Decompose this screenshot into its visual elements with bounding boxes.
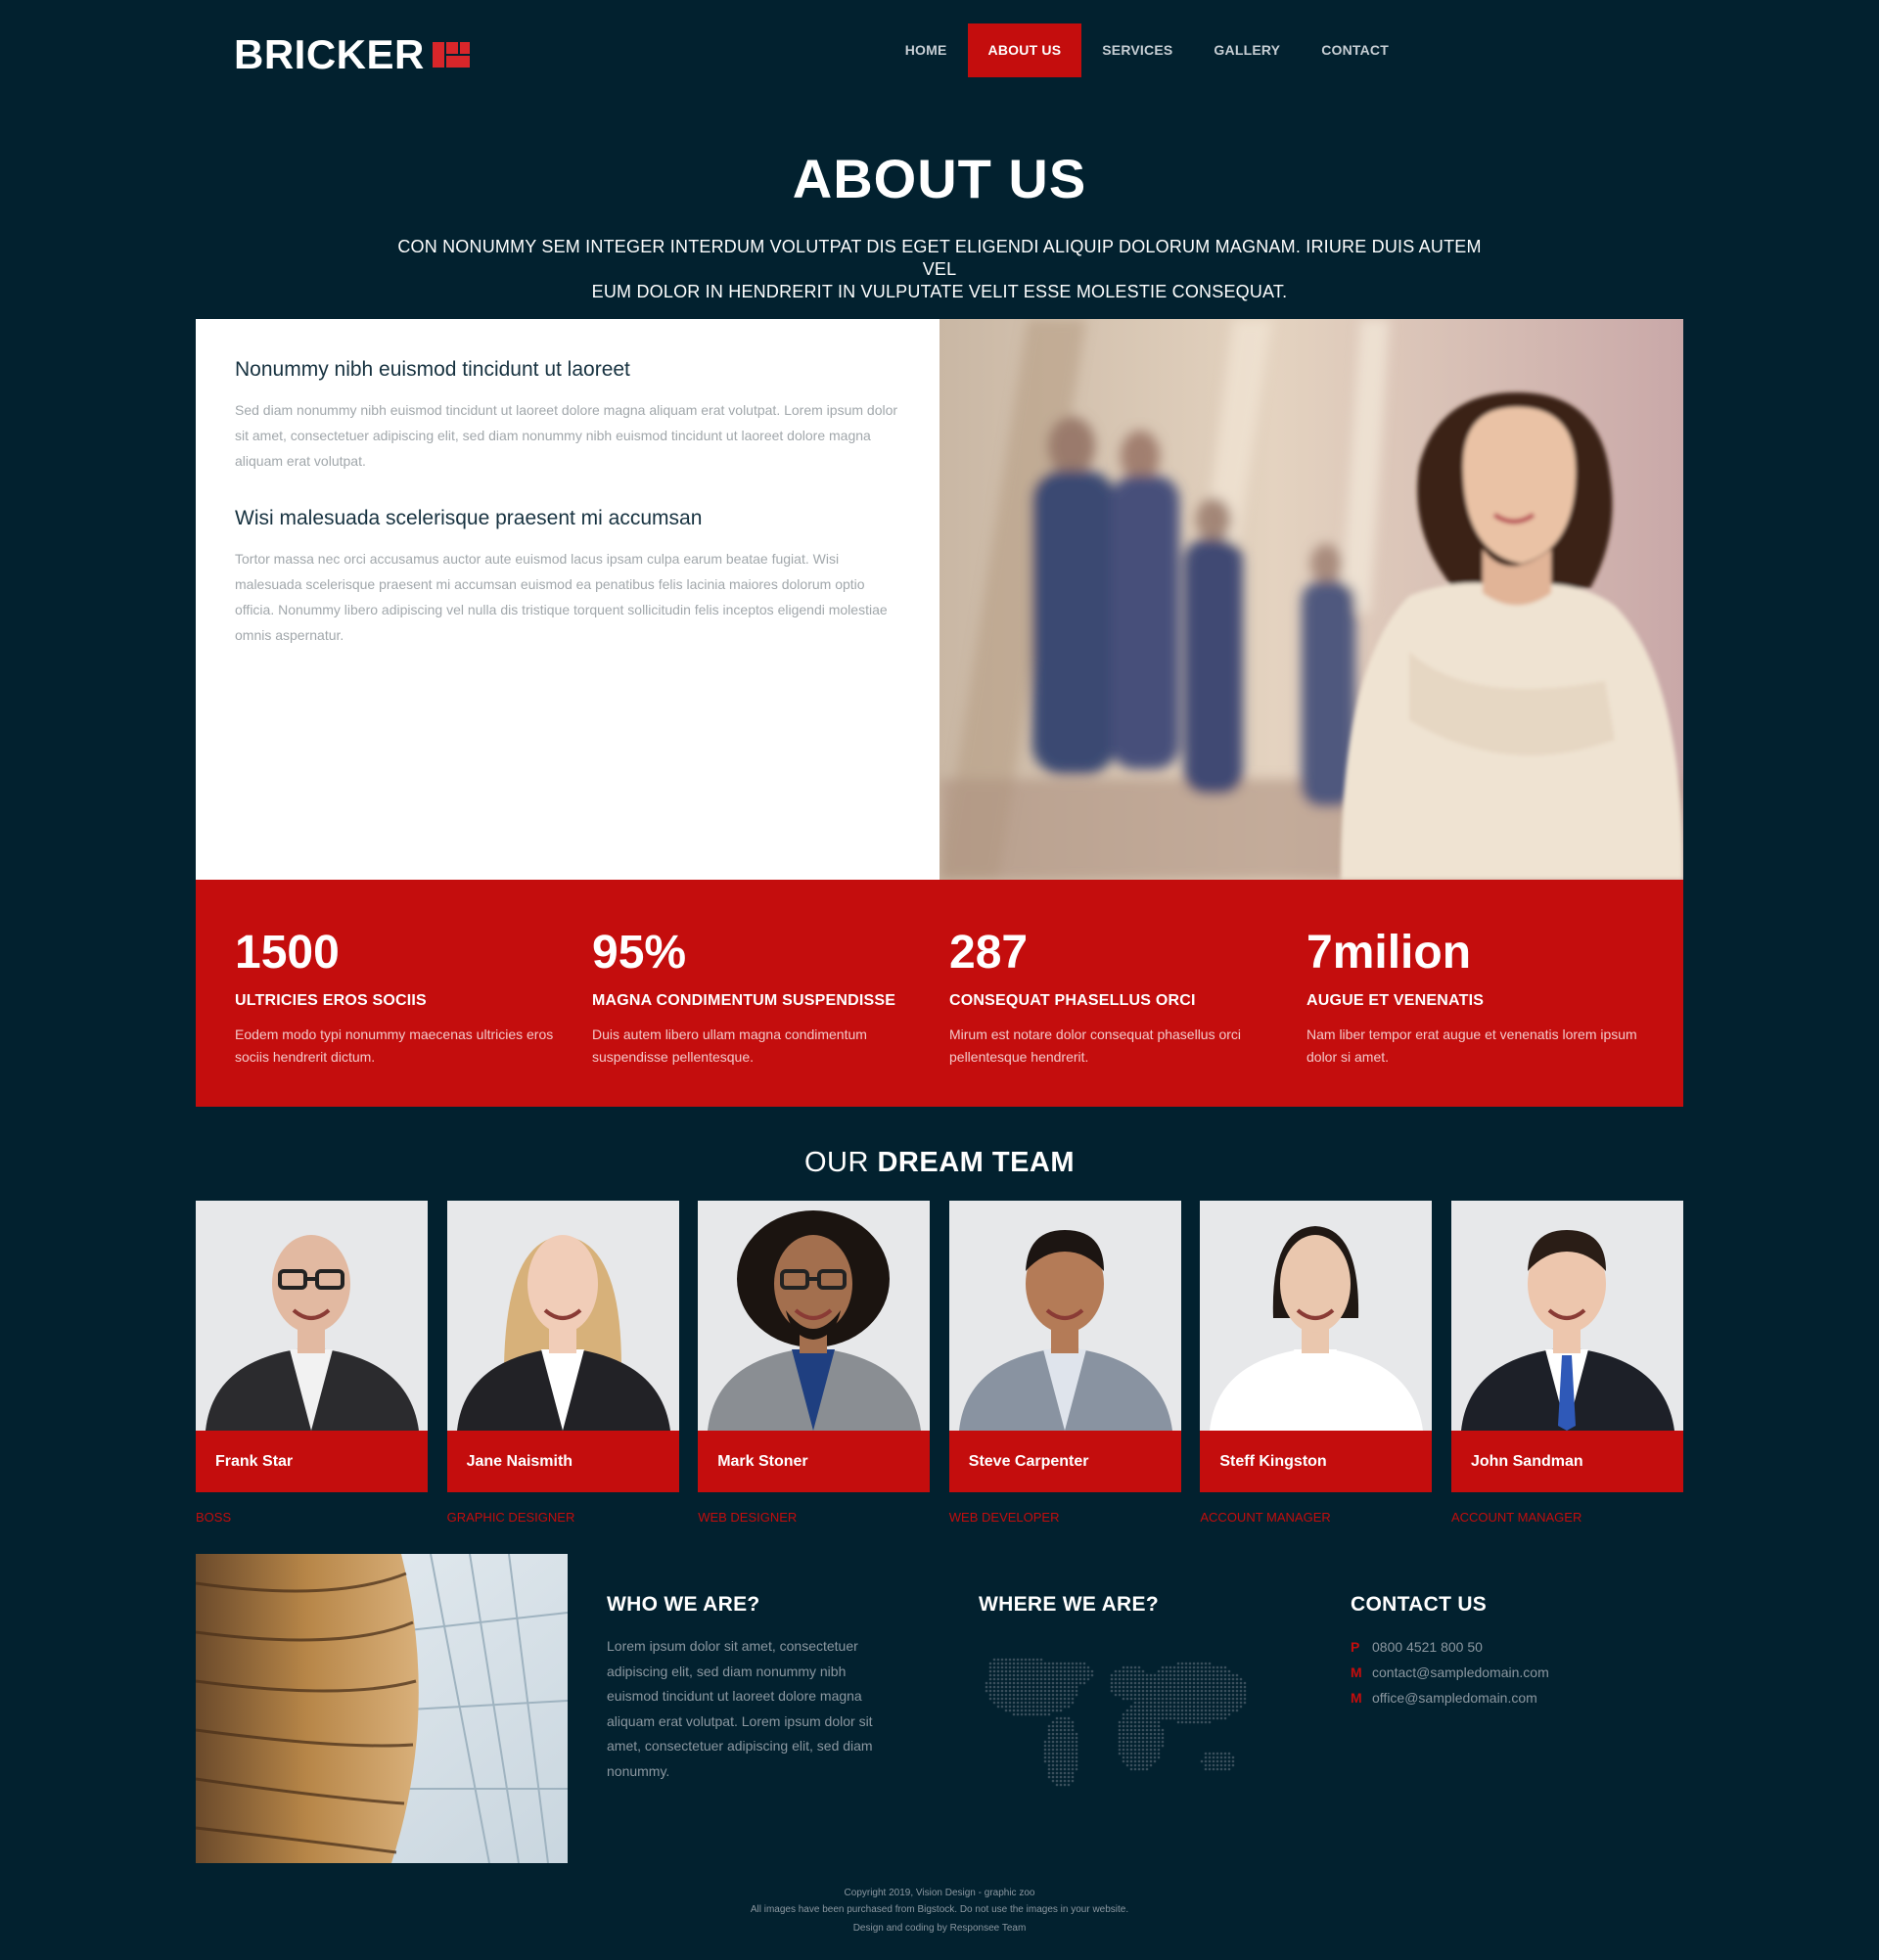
stat-value: 95%	[592, 927, 687, 979]
team-member-card[interactable]: Mark Stoner WEB DESIGNER	[698, 1201, 931, 1525]
contact-key: P	[1351, 1639, 1360, 1655]
team-member-photo	[446, 1201, 679, 1431]
stat-label: ULTRICIES EROS SOCIIS	[235, 992, 427, 1009]
contact-email: Mcontact@sampledomain.com	[1351, 1660, 1644, 1685]
team-member-photo	[1450, 1201, 1683, 1431]
world-map-image	[985, 1658, 1247, 1787]
team-member-card[interactable]: Steve Carpenter WEB DEVELOPER	[948, 1201, 1181, 1525]
team-member-name: Steve Carpenter	[948, 1431, 1181, 1492]
team-grid: Frank Star BOSS Jane Naismith GRAPHIC DESIG…	[196, 1201, 1683, 1525]
footer: Copyright 2019, Vision Design - graphic …	[0, 1885, 1879, 1937]
page-subtitle: CON NONUMMY SEM INTEGER INTERDUM VOLUTPA…	[391, 236, 1488, 303]
nav-services[interactable]: SERVICES	[1081, 23, 1193, 77]
footer-credit: Design and coding by Responsee Team	[852, 1923, 1027, 1934]
footer-copyright: Copyright 2019, Vision Design - graphic …	[844, 1888, 1035, 1898]
team-member-name: Mark Stoner	[698, 1431, 931, 1492]
team-member-name: Frank Star	[196, 1431, 428, 1492]
team-member-photo	[1200, 1201, 1433, 1431]
contact-key: M	[1351, 1690, 1362, 1706]
team-member-photo	[698, 1201, 931, 1431]
team-member-role: ACCOUNT MANAGER	[1200, 1510, 1331, 1525]
intro-paragraph: Sed diam nonummy nibh euismod tincidunt …	[235, 402, 898, 469]
building-photo	[196, 1554, 568, 1863]
footer-notice: All images have been purchased from Bigs…	[750, 1904, 1129, 1915]
stat-description: Duis autem libero ullam magna condimentu…	[592, 1026, 867, 1065]
team-member-card[interactable]: Steff Kingston ACCOUNT MANAGER	[1200, 1201, 1433, 1525]
contact-title: CONTACT US	[1351, 1593, 1488, 1616]
team-member-photo	[948, 1201, 1181, 1431]
contact-phone: P 0800 4521 800 50	[1351, 1634, 1644, 1660]
contact-column: CONTACT US P 0800 4521 800 50 Mcontact@sa…	[1351, 1593, 1644, 1710]
contact-value[interactable]: office@sampledomain.com	[1372, 1690, 1537, 1706]
intro-heading: Wisi malesuada scelerisque praesent mi a…	[235, 507, 703, 529]
team-member-name: Jane Naismith	[446, 1431, 679, 1492]
team-member-role: ACCOUNT MANAGER	[1450, 1510, 1582, 1525]
stat-item: 95% MAGNA CONDIMENTUM SUSPENDISSE Duis a…	[592, 928, 949, 1107]
stat-description: Mirum est notare dolor consequat phasell…	[949, 1026, 1242, 1065]
intro-heading: Nonummy nibh euismod tincidunt ut laoree…	[235, 358, 630, 381]
contact-value[interactable]: 0800 4521 800 50	[1372, 1639, 1483, 1655]
team-member-name: Steff Kingston	[1200, 1431, 1433, 1492]
stat-item: 7milion AUGUE ET VENENATIS Nam liber tem…	[1306, 928, 1664, 1107]
who-we-are-column: WHO WE ARE? Lorem ipsum dolor sit amet, …	[607, 1593, 900, 1784]
where-we-are-column: WHERE WE ARE?	[979, 1593, 1272, 1835]
who-we-are-text: Lorem ipsum dolor sit amet, consectetuer…	[607, 1638, 873, 1779]
team-member-card[interactable]: Frank Star BOSS	[196, 1201, 428, 1525]
intro-paragraph: Tortor massa nec orci accusamus auctor a…	[235, 551, 888, 643]
page-subtitle-line: EUM DOLOR IN HENDRERIT IN VULPUTATE VELI…	[591, 282, 1288, 301]
team-member-card[interactable]: John Sandman ACCOUNT MANAGER	[1450, 1201, 1683, 1525]
team-title-light: OUR	[803, 1147, 869, 1178]
where-we-are-title: WHERE WE ARE?	[979, 1593, 1159, 1616]
nav-gallery[interactable]: GALLERY	[1193, 23, 1301, 77]
logo-text: BRICKER	[234, 31, 425, 77]
stat-item: 287 CONSEQUAT PHASELLUS ORCI Mirum est n…	[949, 928, 1306, 1107]
nav-contact[interactable]: CONTACT	[1301, 23, 1409, 77]
contact-key: M	[1351, 1664, 1362, 1680]
team-member-role: WEB DEVELOPER	[948, 1510, 1060, 1525]
stat-label: CONSEQUAT PHASELLUS ORCI	[949, 992, 1196, 1009]
stat-item: 1500 ULTRICIES EROS SOCIIS Eodem modo ty…	[235, 928, 592, 1107]
team-title: OUR DREAM TEAM	[0, 1147, 1879, 1179]
stat-label: MAGNA CONDIMENTUM SUSPENDISSE	[592, 992, 896, 1009]
team-title-bold: DREAM TEAM	[877, 1147, 1076, 1178]
team-member-card[interactable]: Jane Naismith GRAPHIC DESIGNER	[446, 1201, 679, 1525]
team-member-role: WEB DESIGNER	[698, 1510, 798, 1525]
stat-value: 287	[949, 927, 1029, 979]
page-title: ABOUT US	[792, 148, 1087, 209]
stat-description: Eodem modo typi nonummy maecenas ultrici…	[235, 1026, 554, 1065]
team-member-name: John Sandman	[1450, 1431, 1683, 1492]
team-member-role: GRAPHIC DESIGNER	[446, 1510, 575, 1525]
team-member-role: BOSS	[196, 1510, 232, 1525]
logo-mark-icon	[432, 39, 472, 70]
stat-label: AUGUE ET VENENATIS	[1306, 992, 1485, 1009]
nav-about-us[interactable]: ABOUT US	[967, 23, 1082, 77]
page-subtitle-line: CON NONUMMY SEM INTEGER INTERDUM VOLUTPA…	[397, 237, 1482, 279]
contact-email: Moffice@sampledomain.com	[1351, 1685, 1644, 1710]
intro-section: Nonummy nibh euismod tincidunt ut laoree…	[196, 319, 1683, 880]
site-logo[interactable]: BRICKER	[234, 31, 472, 78]
team-member-photo	[196, 1201, 428, 1431]
stat-value: 7milion	[1306, 927, 1472, 979]
intro-text-panel: Nonummy nibh euismod tincidunt ut laoree…	[196, 319, 940, 880]
who-we-are-title: WHO WE ARE?	[607, 1593, 760, 1616]
nav-home[interactable]: HOME	[885, 23, 968, 77]
main-nav: HOME ABOUT US SERVICES GALLERY CONTACT	[885, 23, 1409, 77]
contact-value[interactable]: contact@sampledomain.com	[1372, 1664, 1549, 1680]
stats-bar: 1500 ULTRICIES EROS SOCIIS Eodem modo ty…	[196, 880, 1683, 1107]
stat-value: 1500	[235, 927, 340, 979]
businesswoman-photo	[940, 319, 1683, 880]
stat-description: Nam liber tempor erat augue et venenatis…	[1306, 1026, 1637, 1065]
